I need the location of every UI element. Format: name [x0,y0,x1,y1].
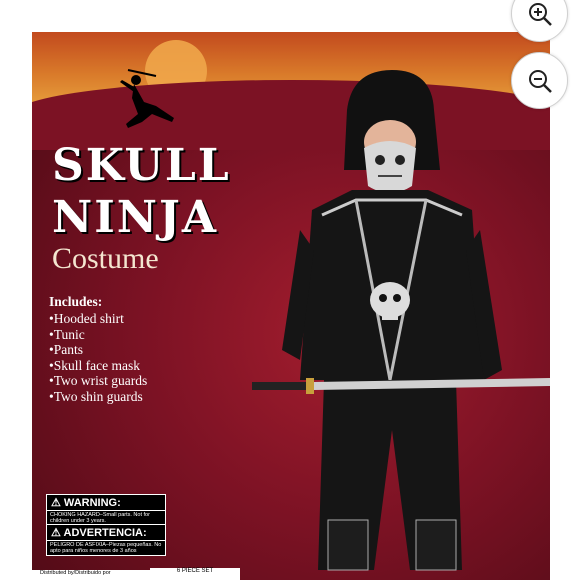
title-costume: Costume [52,242,159,275]
image-viewer: SKULL NINJA Costume Includes: Hooded shi… [0,0,580,580]
includes-item: Pants [49,342,147,358]
warning-text: CHOKING HAZARD–Small parts. Not for chil… [50,512,150,524]
warning-heading: ⚠ ADVERTENCIA: [47,525,165,541]
includes-list: Hooded shirt Tunic Pants Skull face mask… [49,311,148,405]
includes-heading: Includes: [49,294,103,309]
zoom-out-button[interactable] [511,52,568,109]
title-ninja: NINJA [52,192,218,243]
warning-label-english: ⚠ WARNING: CHOKING HAZARD–Small parts. N… [46,494,166,526]
warning-label-spanish: ⚠ ADVERTENCIA: PELIGRO DE ASFIXIA–Piezas… [46,524,166,556]
includes-item: Hooded shirt [49,311,147,327]
magnifier-minus-icon [528,69,552,93]
warning-heading: ⚠ WARNING: [47,495,165,511]
ninja-silhouette-icon [120,69,174,128]
includes-item: Tunic [49,327,147,343]
includes-item: Two shin guards [49,389,147,405]
title-skull: SKULL [52,140,231,191]
includes-item: Two wrist guards [49,373,148,389]
includes-item: Skull face mask [49,358,147,374]
magnifier-plus-icon [528,2,552,26]
piece-set-label: 6 PIECE SET [150,568,240,580]
product-image: SKULL NINJA Costume Includes: Hooded shi… [32,32,550,580]
costumed-child-figure [252,70,550,571]
warning-text: PELIGRO DE ASFIXIA–Piezas pequeñas. No a… [50,542,162,554]
